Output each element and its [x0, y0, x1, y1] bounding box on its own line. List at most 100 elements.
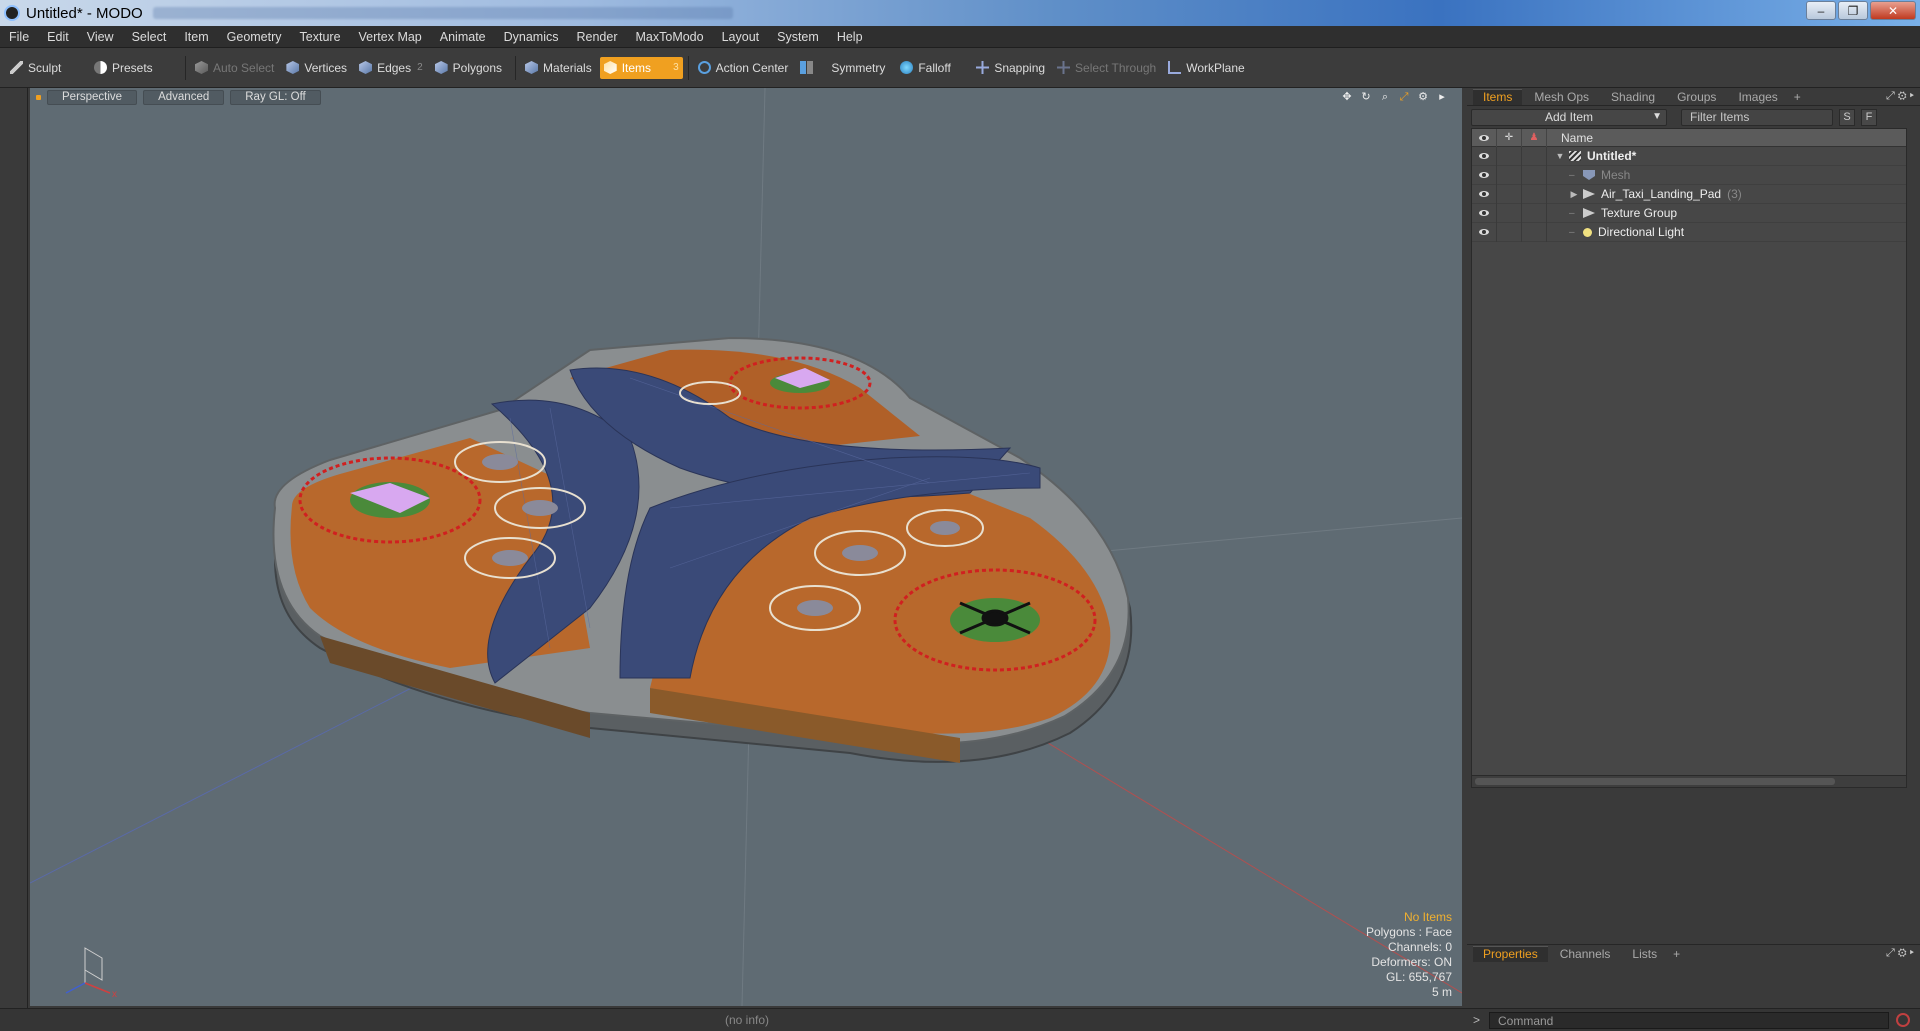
tab-images[interactable]: Images [1728, 89, 1787, 105]
add-tab-icon[interactable]: + [1673, 947, 1680, 961]
menu-view[interactable]: View [78, 30, 123, 44]
polygons-stat: Polygons : Face [1365, 925, 1452, 939]
menu-render[interactable]: Render [568, 30, 627, 44]
menu-edit[interactable]: Edit [38, 30, 78, 44]
menu-help[interactable]: Help [828, 30, 872, 44]
menu-file[interactable]: File [0, 30, 38, 44]
menu-texture[interactable]: Texture [291, 30, 350, 44]
tree-row-untitled[interactable]: ▼ Untitled* [1472, 146, 1906, 166]
filter-items-input[interactable]: Filter Items [1681, 108, 1833, 126]
tree-horizontal-scrollbar[interactable] [1472, 775, 1906, 787]
axis-line-z [30, 657, 471, 884]
settings-icon[interactable]: ⚙ [1417, 91, 1429, 103]
items-button[interactable]: Items 3 [599, 56, 683, 79]
visibility-column-icon[interactable] [1472, 128, 1497, 147]
auto-select-icon [195, 61, 208, 74]
items-count: 3 [673, 62, 679, 73]
menu-animate[interactable]: Animate [431, 30, 495, 44]
menu-vertex-map[interactable]: Vertex Map [350, 30, 431, 44]
item-name: Mesh [1601, 168, 1631, 182]
rotate-icon[interactable]: ↻ [1360, 91, 1372, 103]
tree-row-air-taxi[interactable]: ▶ Air_Taxi_Landing_Pad (3) [1472, 184, 1906, 204]
pan-icon[interactable]: ✥ [1341, 91, 1353, 103]
polygons-button[interactable]: Polygons [431, 57, 510, 79]
snapping-button[interactable]: Snapping [972, 57, 1053, 79]
panel-corner-icons[interactable]: ⤢ ⚙ ▸ [1886, 947, 1914, 960]
tab-lists[interactable]: Lists [1622, 946, 1667, 962]
menu-dynamics[interactable]: Dynamics [495, 30, 568, 44]
add-tab-icon[interactable]: + [1794, 90, 1801, 104]
action-center-label: Action Center [715, 60, 789, 75]
render-cell [1522, 165, 1547, 185]
tree-row-directional-light[interactable]: – Directional Light [1472, 222, 1906, 242]
expand-arrow-icon[interactable]: ▸ [1436, 91, 1448, 103]
action-center-button[interactable]: Action Center [694, 57, 797, 79]
workplane-button[interactable]: WorkPlane [1164, 57, 1252, 79]
visibility-toggle[interactable] [1472, 184, 1497, 204]
stop-icon[interactable] [1896, 1013, 1910, 1027]
falloff-button[interactable]: Falloff [896, 57, 972, 79]
sculpt-button[interactable]: Sculpt [6, 57, 90, 79]
s-button[interactable]: S [1839, 108, 1855, 126]
menu-select[interactable]: Select [123, 30, 176, 44]
falloff-label: Falloff [918, 60, 951, 75]
select-through-button[interactable]: Select Through [1053, 57, 1164, 79]
vertices-button[interactable]: Vertices [282, 57, 355, 79]
add-item-dropdown[interactable]: Add Item ▼ [1471, 108, 1667, 126]
tree-connector: – [1569, 226, 1575, 238]
presets-button[interactable]: Presets [90, 57, 180, 79]
tab-items[interactable]: Items [1473, 88, 1523, 105]
visibility-toggle[interactable] [1472, 165, 1497, 185]
fit-icon[interactable]: ⤢ [1398, 91, 1410, 103]
tab-mesh-ops[interactable]: Mesh Ops [1524, 89, 1599, 105]
item-count: (3) [1727, 187, 1742, 201]
menu-system[interactable]: System [768, 30, 828, 44]
perspective-tab[interactable]: Perspective [47, 89, 138, 105]
menu-geometry[interactable]: Geometry [218, 30, 291, 44]
menu-item[interactable]: Item [175, 30, 217, 44]
f-button[interactable]: F [1861, 108, 1877, 126]
auto-select-button[interactable]: Auto Select [191, 57, 282, 79]
name-column-header[interactable]: Name [1547, 131, 1593, 145]
symmetry-button[interactable]: Symmetry [796, 57, 896, 79]
scene-render[interactable]: x [30, 88, 1462, 1006]
item-tree: ✛ ♟ Name ▼ Untitled* – Mesh ▶ Air_Taxi_L… [1471, 128, 1907, 788]
deformers-stat: Deformers: ON [1371, 955, 1452, 969]
panel-corner-icons[interactable]: ⤢ ⚙ ▸ [1886, 90, 1914, 103]
materials-icon [525, 61, 539, 74]
3d-viewport[interactable]: x Perspective Advanced Ray GL: Off ✥ ↻ ⌕… [30, 88, 1462, 1006]
expand-triangle-icon[interactable]: ▶ [1569, 189, 1579, 200]
tree-row-texture-group[interactable]: – Texture Group [1472, 203, 1906, 223]
items-panel-tabs: Items Mesh Ops Shading Groups Images + ⤢… [1467, 88, 1920, 106]
lock-column-icon[interactable]: ✛ [1497, 128, 1522, 147]
tab-shading[interactable]: Shading [1601, 89, 1665, 105]
zoom-icon[interactable]: ⌕ [1379, 91, 1391, 103]
eye-icon [1479, 229, 1489, 235]
visibility-toggle[interactable] [1472, 203, 1497, 223]
tree-row-mesh[interactable]: – Mesh [1472, 165, 1906, 185]
tab-properties[interactable]: Properties [1473, 945, 1548, 962]
maximize-button[interactable]: ❐ [1838, 1, 1868, 20]
status-bar: (no info) > Command [0, 1008, 1920, 1031]
visibility-toggle[interactable] [1472, 222, 1497, 242]
materials-button[interactable]: Materials [521, 57, 600, 79]
close-button[interactable]: ✕ [1870, 1, 1916, 20]
lock-cell [1497, 165, 1522, 185]
menu-layout[interactable]: Layout [713, 30, 769, 44]
edges-button[interactable]: Edges 2 [355, 57, 431, 79]
tab-groups[interactable]: Groups [1667, 89, 1726, 105]
raygl-tab[interactable]: Ray GL: Off [230, 89, 321, 105]
render-column-icon[interactable]: ♟ [1522, 128, 1547, 147]
menu-maxtomodo[interactable]: MaxToModo [627, 30, 713, 44]
command-input[interactable]: Command [1489, 1012, 1889, 1029]
render-cell [1522, 203, 1547, 223]
expand-triangle-icon[interactable]: ▼ [1555, 151, 1565, 161]
items-label: Items [621, 60, 652, 75]
left-edge-strip [0, 88, 28, 1008]
advanced-tab[interactable]: Advanced [143, 89, 225, 105]
visibility-toggle[interactable] [1472, 146, 1497, 166]
workplane-icon [1168, 61, 1182, 74]
tab-channels[interactable]: Channels [1550, 946, 1621, 962]
scrollbar-thumb[interactable] [1475, 778, 1835, 785]
minimize-button[interactable]: – [1806, 1, 1836, 20]
